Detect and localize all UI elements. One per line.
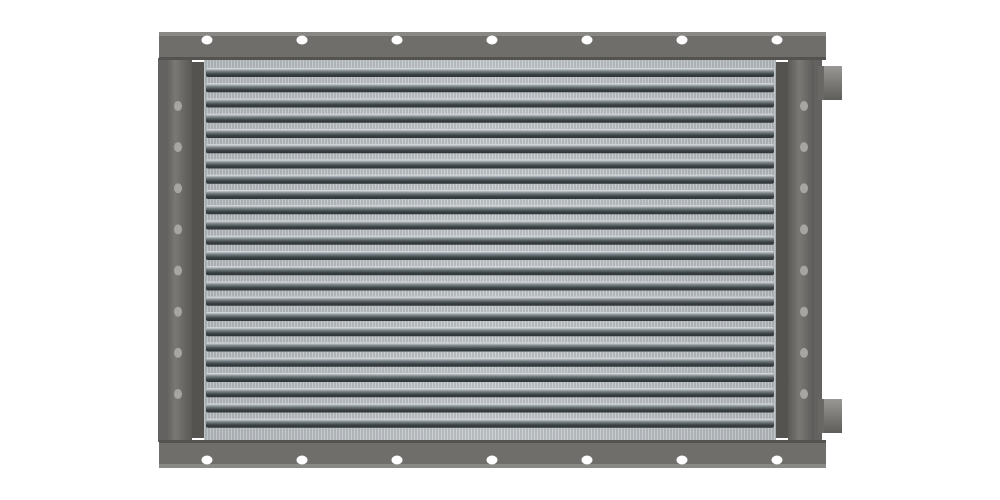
tube-row bbox=[206, 296, 774, 306]
tube-row bbox=[206, 327, 774, 337]
mounting-hole bbox=[771, 455, 783, 465]
side-hole bbox=[174, 265, 182, 276]
tube-row bbox=[206, 113, 774, 123]
side-hole bbox=[800, 101, 808, 111]
tube-row bbox=[206, 373, 774, 382]
tube-row bbox=[206, 98, 774, 108]
side-hole bbox=[174, 347, 182, 358]
tube-row bbox=[206, 266, 774, 276]
mounting-hole bbox=[391, 455, 403, 465]
side-hole bbox=[800, 306, 808, 317]
tube-row bbox=[206, 281, 774, 291]
side-hole bbox=[174, 183, 182, 194]
tube-row bbox=[206, 190, 774, 199]
mounting-hole bbox=[581, 455, 593, 465]
mounting-hole bbox=[201, 455, 213, 465]
side-hole bbox=[800, 183, 808, 194]
mounting-hole bbox=[771, 35, 783, 45]
mounting-hole bbox=[486, 455, 498, 465]
side-hole bbox=[800, 265, 808, 276]
tube-row bbox=[206, 388, 774, 398]
tube-row bbox=[206, 129, 774, 138]
left-side-plate bbox=[158, 58, 204, 442]
tube-row bbox=[206, 235, 774, 245]
top-flange bbox=[159, 32, 826, 60]
side-hole bbox=[174, 389, 182, 399]
heat-exchanger-coil-image bbox=[158, 32, 842, 468]
tube-row bbox=[206, 220, 774, 230]
tube-row bbox=[206, 144, 774, 154]
side-hole bbox=[174, 142, 182, 153]
side-hole bbox=[800, 347, 808, 358]
product-image bbox=[0, 0, 1000, 500]
side-hole bbox=[800, 224, 808, 235]
side-hole bbox=[174, 224, 182, 235]
side-hole bbox=[174, 306, 182, 317]
side-hole bbox=[174, 101, 182, 111]
bottom-flange bbox=[159, 440, 826, 468]
tube-row bbox=[206, 403, 774, 413]
mounting-hole bbox=[201, 35, 213, 45]
tube-row bbox=[206, 418, 774, 428]
mounting-hole bbox=[676, 455, 688, 465]
tube-row bbox=[206, 68, 774, 77]
fin-core bbox=[204, 60, 776, 440]
tube-row bbox=[206, 357, 774, 367]
mounting-hole bbox=[581, 35, 593, 45]
right-side-plate bbox=[776, 58, 822, 442]
side-hole bbox=[800, 142, 808, 153]
tube-row bbox=[206, 342, 774, 352]
mounting-hole bbox=[486, 35, 498, 45]
mounting-hole bbox=[676, 35, 688, 45]
tube-row bbox=[206, 174, 774, 184]
tube-row bbox=[206, 205, 774, 215]
tube-row bbox=[206, 312, 774, 321]
side-hole bbox=[800, 389, 808, 399]
tube-row bbox=[206, 159, 774, 169]
mounting-hole bbox=[296, 455, 308, 465]
tube-row bbox=[206, 251, 774, 260]
mounting-hole bbox=[296, 35, 308, 45]
tube-row bbox=[206, 83, 774, 93]
mounting-hole bbox=[391, 35, 403, 45]
